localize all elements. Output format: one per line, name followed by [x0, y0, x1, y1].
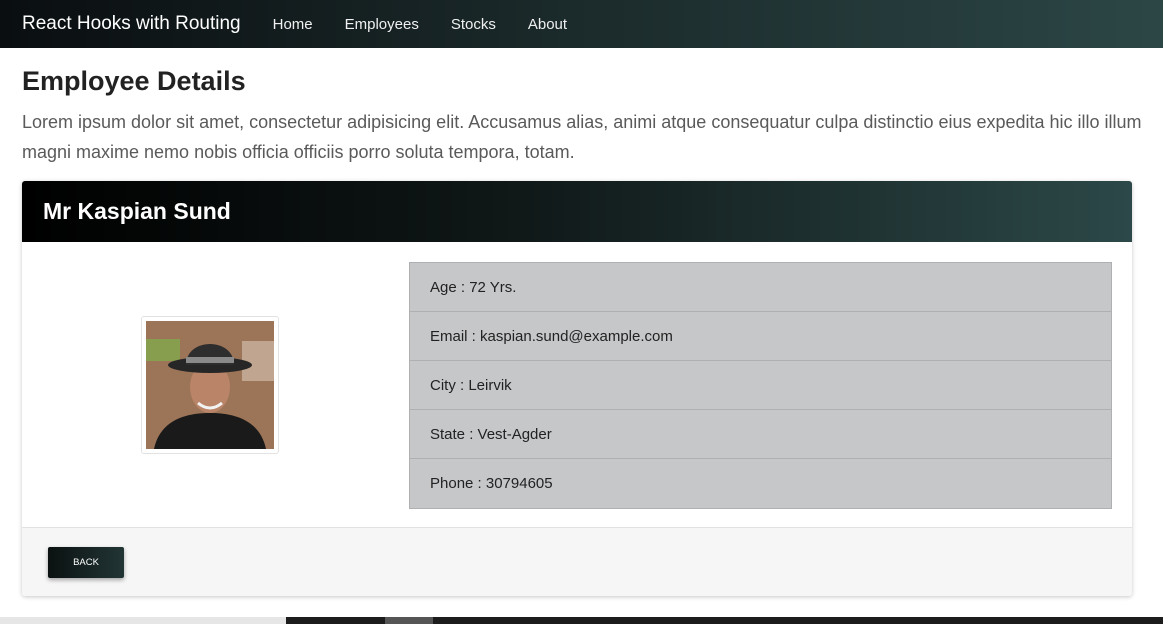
avatar-frame [141, 316, 279, 454]
employee-card: Mr Kaspian Sund Age : 72 Yrs. Email : ka… [22, 181, 1132, 596]
scrollbar-track-light [0, 617, 286, 624]
nav-link-about[interactable]: About [528, 16, 567, 33]
card-header: Mr Kaspian Sund [22, 181, 1132, 242]
card-footer: BACK [22, 527, 1132, 596]
navbar-brand[interactable]: React Hooks with Routing [22, 13, 241, 35]
detail-city: City : Leirvik [410, 361, 1111, 410]
employee-photo [146, 321, 274, 449]
top-navbar: React Hooks with Routing Home Employees … [0, 0, 1163, 48]
scrollbar-thumb[interactable] [385, 617, 433, 624]
page-title: Employee Details [22, 66, 246, 96]
person-photo-illustration [146, 321, 274, 449]
horizontal-scrollbar[interactable] [0, 617, 1163, 624]
detail-age: Age : 72 Yrs. [410, 263, 1111, 312]
detail-state: State : Vest-Agder [410, 410, 1111, 459]
nav-link-employees[interactable]: Employees [345, 16, 419, 33]
nav-link-home[interactable]: Home [273, 16, 313, 33]
employee-details-list: Age : 72 Yrs. Email : kaspian.sund@examp… [409, 262, 1112, 509]
back-button[interactable]: BACK [48, 547, 124, 578]
intro-paragraph: Lorem ipsum dolor sit amet, consectetur … [22, 112, 1142, 162]
detail-email: Email : kaspian.sund@example.com [410, 312, 1111, 361]
employee-name: Mr Kaspian Sund [43, 198, 231, 224]
detail-phone: Phone : 30794605 [430, 475, 553, 492]
nav-link-stocks[interactable]: Stocks [451, 16, 496, 33]
